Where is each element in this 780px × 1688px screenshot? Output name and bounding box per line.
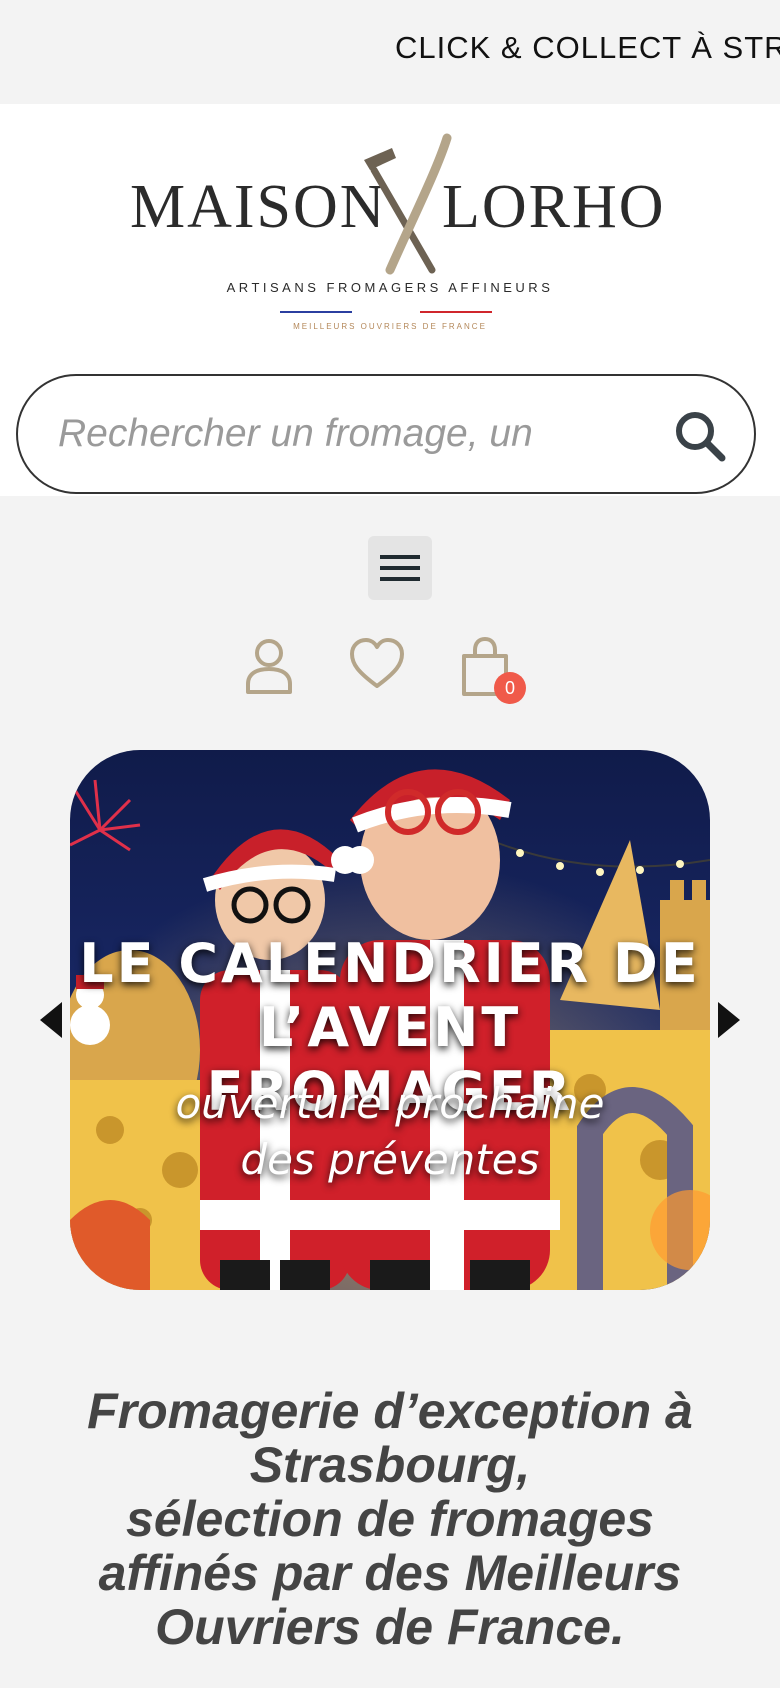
intro-line-2: sélection de fromages affinés par des Me… [98,1491,682,1655]
search-bar [16,374,756,494]
account-button[interactable] [242,636,296,706]
flag-lines [120,311,660,315]
brand-logo[interactable]: MAISON LORHO ARTISANS FROMAGERS AFFINEUR… [120,130,664,360]
search-icon [676,412,726,462]
slider-prev-button[interactable] [36,998,66,1042]
announcement-text: CLICK & COLLECT À STRA [395,30,780,65]
cart-button[interactable]: 0 [460,636,526,706]
caret-left-icon [40,1002,62,1038]
hero-slide[interactable]: LE CALENDRIER DE L’AVENT FROMAGER ouvert… [70,750,710,1290]
announcement-bar: CLICK & COLLECT À STRA [0,0,780,104]
search-input[interactable] [58,396,536,472]
heart-icon [350,638,404,688]
user-icon [246,639,292,694]
hamburger-icon [380,555,420,581]
logo-tagline: ARTISANS FROMAGERS AFFINEURS [226,280,554,295]
search-button[interactable] [668,404,732,468]
logo-name-right: LORHO [442,173,666,241]
site-header: MAISON LORHO ARTISANS FROMAGERS AFFINEUR… [0,104,780,496]
intro-line-1: Fromagerie d’exception à Strasbourg, [87,1383,693,1493]
slider-next-button[interactable] [714,998,744,1042]
intro-heading: Fromagerie d’exception à Strasbourg, sél… [40,1384,740,1654]
caret-right-icon [718,1002,740,1038]
hero-slider: LE CALENDRIER DE L’AVENT FROMAGER ouvert… [0,740,780,1300]
cart-count-badge: 0 [494,672,526,704]
logo-name-left: MAISON [130,173,387,241]
hero-subtitle: ouverture prochaine des préventes [175,1079,605,1184]
menu-button[interactable] [368,536,432,600]
logo-mof-label: MEILLEURS OUVRIERS DE FRANCE [293,322,487,331]
wishlist-button[interactable] [348,636,406,706]
